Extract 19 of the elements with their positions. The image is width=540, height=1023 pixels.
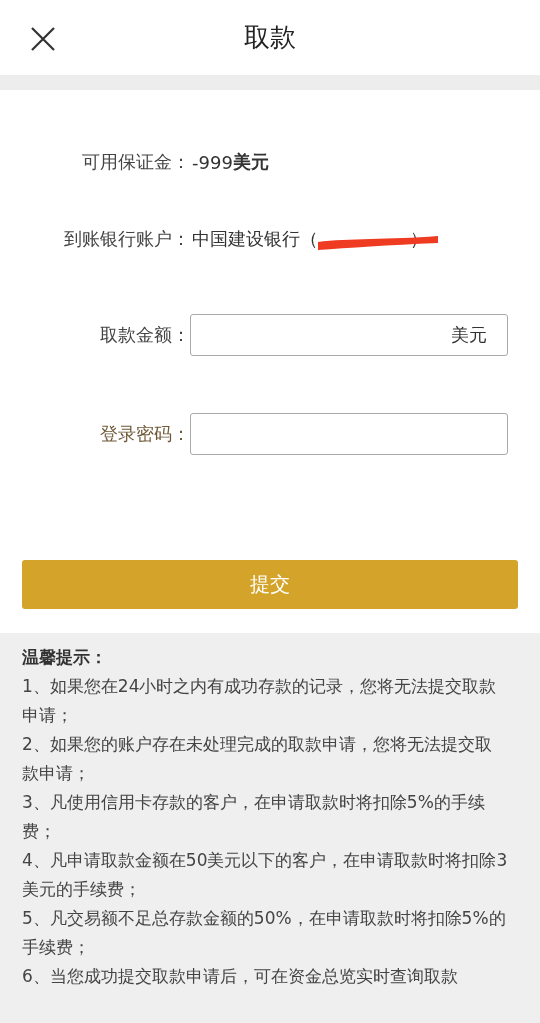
note-text: 2、如果您的账户存在未处理完成的取款申请，您将无法提交取款申请； bbox=[22, 733, 493, 785]
close-icon bbox=[30, 26, 56, 52]
note-text: 1、如果您在24小时之内有成功存款的记录，您将无法提交取款申请； bbox=[22, 675, 498, 727]
note-text: 3、凡使用信用卡存款的客户，在申请取款时将扣除5%的手续费； bbox=[22, 791, 486, 843]
note-text: 6、当您成功提交取款申请后，可在资金总览实时查询取款 bbox=[22, 965, 459, 988]
currency-label: 美元 bbox=[232, 150, 269, 174]
amount-field[interactable]: 美元 bbox=[190, 314, 508, 356]
field-label: 取款金额： bbox=[99, 323, 190, 347]
notes-title: 温馨提示： bbox=[22, 646, 108, 669]
field-label: 登录密码： bbox=[99, 422, 190, 446]
note-text: 5、凡交易额不足总存款金额的50%，在申请取款时将扣除5%的手续费； bbox=[22, 907, 507, 959]
page-title: 取款 bbox=[244, 21, 296, 54]
field-label: 到账银行账户： bbox=[63, 227, 190, 251]
bank-account: 中国建设银行（ bbox=[192, 227, 318, 251]
field-label: 可用保证金： bbox=[81, 150, 190, 174]
margin-amount: -999 bbox=[192, 151, 233, 173]
currency-suffix: 美元 bbox=[451, 323, 487, 347]
note-text: 4、凡申请取款金额在50美元以下的客户，在申请取款时将扣除3美元的手续费； bbox=[22, 849, 508, 901]
password-field[interactable] bbox=[190, 413, 508, 455]
